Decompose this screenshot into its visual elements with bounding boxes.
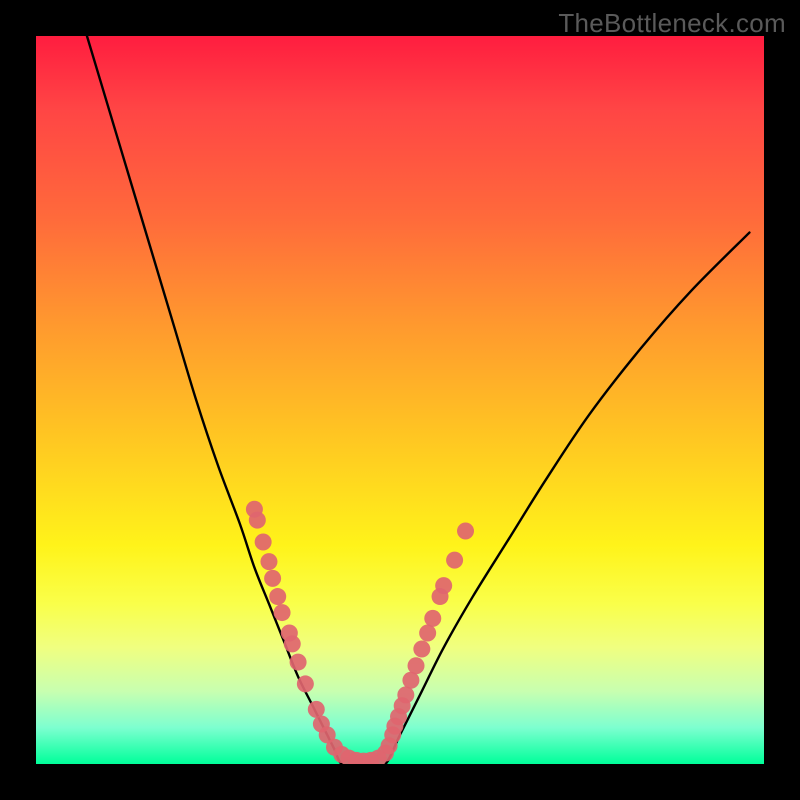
data-marker [269,588,286,605]
data-marker [413,640,430,657]
data-marker [457,523,474,540]
data-marker [402,672,419,689]
data-marker [260,553,277,570]
watermark-text: TheBottleneck.com [558,8,786,39]
data-marker [249,512,266,529]
chart-plot-area [36,36,764,764]
data-marker [397,686,414,703]
data-marker [284,635,301,652]
data-marker [308,701,325,718]
data-marker [419,624,436,641]
data-marker [297,675,314,692]
data-marker [264,570,281,587]
chart-frame: TheBottleneck.com [0,0,800,800]
data-marker [424,610,441,627]
chart-svg [36,36,764,764]
data-marker [446,552,463,569]
data-marker [274,604,291,621]
data-marker [408,657,425,674]
data-marker [290,654,307,671]
data-marker [435,577,452,594]
data-marker [255,533,272,550]
